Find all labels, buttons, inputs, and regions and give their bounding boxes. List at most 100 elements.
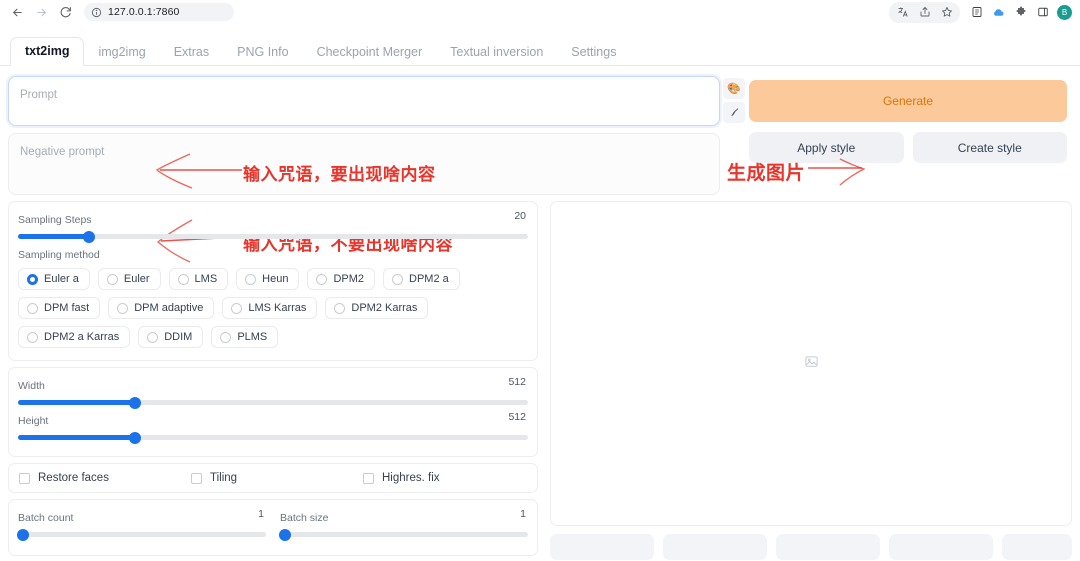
batch-size-label: Batch size xyxy=(280,512,328,524)
send-to-inpaint-button-partial[interactable] xyxy=(889,534,993,560)
forward-icon[interactable] xyxy=(30,2,52,22)
radio-lms[interactable]: LMS xyxy=(169,268,229,290)
radio-label: DDIM xyxy=(164,331,192,343)
radio-dot-icon xyxy=(392,274,403,285)
checkbox-icon xyxy=(19,473,30,484)
radio-label: Heun xyxy=(262,273,288,285)
restore-faces-checkbox[interactable]: Restore faces xyxy=(15,469,187,487)
width-value: 512 xyxy=(508,376,526,388)
radio-dot-icon xyxy=(107,274,118,285)
batch-size-slider[interactable] xyxy=(280,532,528,537)
back-icon[interactable] xyxy=(6,2,28,22)
send-to-extras-button-partial[interactable] xyxy=(1002,534,1072,560)
output-gallery[interactable] xyxy=(550,201,1072,526)
tab-textual-inversion[interactable]: Textual inversion xyxy=(436,39,557,67)
translate-icon[interactable] xyxy=(893,3,912,22)
radio-heun[interactable]: Heun xyxy=(236,268,299,290)
highres-fix-checkbox[interactable]: Highres. fix xyxy=(359,469,531,487)
radio-label: DPM adaptive xyxy=(134,302,203,314)
height-slider[interactable] xyxy=(18,435,528,440)
page-info-icon[interactable] xyxy=(91,7,102,18)
radio-lms-karras[interactable]: LMS Karras xyxy=(222,297,317,319)
output-action-row xyxy=(550,534,1072,560)
negative-prompt-input[interactable]: Negative prompt xyxy=(8,133,720,195)
browser-nav-buttons xyxy=(6,2,76,22)
radio-label: DPM2 Karras xyxy=(351,302,417,314)
sampling-panel: Sampling Steps 20 Sampling method Euler … xyxy=(8,201,538,361)
radio-dpm-adaptive[interactable]: DPM adaptive xyxy=(108,297,214,319)
tab-checkpoint-merger[interactable]: Checkpoint Merger xyxy=(303,39,437,67)
address-bar[interactable]: 127.0.0.1:7860 xyxy=(84,3,234,21)
save-button-partial[interactable] xyxy=(550,534,654,560)
bookmark-star-icon[interactable] xyxy=(937,3,956,22)
batch-size-thumb[interactable] xyxy=(279,529,291,541)
cloud-extension-icon[interactable] xyxy=(989,3,1008,22)
generate-button[interactable]: Generate xyxy=(749,80,1067,122)
radio-dpm-fast[interactable]: DPM fast xyxy=(18,297,100,319)
batch-count-label: Batch count xyxy=(18,512,73,524)
output-pane xyxy=(550,201,1072,561)
radio-euler-a[interactable]: Euler a xyxy=(18,268,90,290)
tab-extras[interactable]: Extras xyxy=(160,39,223,67)
radio-ddim[interactable]: DDIM xyxy=(138,326,203,348)
radio-dpm2-karras[interactable]: DPM2 Karras xyxy=(325,297,428,319)
radio-plms[interactable]: PLMS xyxy=(211,326,278,348)
notebook-extension-icon[interactable] xyxy=(967,3,986,22)
tiling-checkbox[interactable]: Tiling xyxy=(187,469,359,487)
zip-button-partial[interactable] xyxy=(663,534,767,560)
sampling-steps-field: Sampling Steps 20 xyxy=(18,210,528,239)
negative-prompt-placeholder: Negative prompt xyxy=(20,146,104,158)
width-slider[interactable] xyxy=(18,400,528,405)
tab-settings[interactable]: Settings xyxy=(557,39,630,67)
create-style-button[interactable]: Create style xyxy=(913,132,1068,163)
settings-pane: Sampling Steps 20 Sampling method Euler … xyxy=(8,201,538,561)
radio-dot-icon xyxy=(27,274,38,285)
sampling-method-label: Sampling method xyxy=(18,249,100,261)
prompt-region: Prompt Negative prompt 🎨 Generate Apply … xyxy=(0,66,1080,195)
batch-count-slider[interactable] xyxy=(18,532,266,537)
radio-label: DPM2 a xyxy=(409,273,449,285)
sampling-steps-label: Sampling Steps xyxy=(18,214,92,226)
generate-column: Generate Apply style Create style xyxy=(745,76,1067,195)
radio-label: Euler a xyxy=(44,273,79,285)
avatar[interactable]: B xyxy=(1055,3,1074,22)
main-body: Sampling Steps 20 Sampling method Euler … xyxy=(0,195,1080,561)
radio-dpm2-a-karras[interactable]: DPM2 a Karras xyxy=(18,326,130,348)
sampling-steps-thumb[interactable] xyxy=(83,231,95,243)
main-tab-bar: txt2img img2img Extras PNG Info Checkpoi… xyxy=(0,34,1080,66)
reload-icon[interactable] xyxy=(54,2,76,22)
tab-png-info[interactable]: PNG Info xyxy=(223,39,302,67)
tab-txt2img[interactable]: txt2img xyxy=(10,37,84,67)
batch-panel: Batch count 1 Batch size 1 xyxy=(8,499,538,556)
radio-dot-icon xyxy=(334,303,345,314)
radio-dot-icon xyxy=(245,274,256,285)
sampling-steps-slider[interactable] xyxy=(18,234,528,239)
art-palette-icon[interactable]: 🎨 xyxy=(723,78,745,99)
url-text: 127.0.0.1:7860 xyxy=(108,6,179,18)
batch-count-thumb[interactable] xyxy=(17,529,29,541)
batch-row: Batch count 1 Batch size 1 xyxy=(18,508,528,545)
tab-img2img[interactable]: img2img xyxy=(84,39,159,67)
radio-dpm2-a[interactable]: DPM2 a xyxy=(383,268,460,290)
prompt-input[interactable]: Prompt xyxy=(8,76,720,126)
height-thumb[interactable] xyxy=(129,432,141,444)
width-thumb[interactable] xyxy=(129,397,141,409)
send-to-img2img-button-partial[interactable] xyxy=(776,534,880,560)
radio-dpm2[interactable]: DPM2 xyxy=(307,268,375,290)
prompt-icon-buttons: 🎨 xyxy=(723,76,745,195)
extensions-puzzle-icon[interactable] xyxy=(1011,3,1030,22)
batch-count-field: Batch count 1 xyxy=(18,508,266,543)
batch-size-value: 1 xyxy=(520,508,526,520)
height-label: Height xyxy=(18,415,48,427)
radio-label: LMS xyxy=(195,273,218,285)
radio-dot-icon xyxy=(220,332,231,343)
batch-count-value: 1 xyxy=(258,508,264,520)
radio-euler[interactable]: Euler xyxy=(98,268,161,290)
paintbrush-icon[interactable] xyxy=(723,102,745,123)
restore-faces-label: Restore faces xyxy=(38,472,109,484)
share-icon[interactable] xyxy=(915,3,934,22)
radio-label: LMS Karras xyxy=(248,302,306,314)
side-panel-icon[interactable] xyxy=(1033,3,1052,22)
radio-label: DPM fast xyxy=(44,302,89,314)
apply-style-button[interactable]: Apply style xyxy=(749,132,904,163)
